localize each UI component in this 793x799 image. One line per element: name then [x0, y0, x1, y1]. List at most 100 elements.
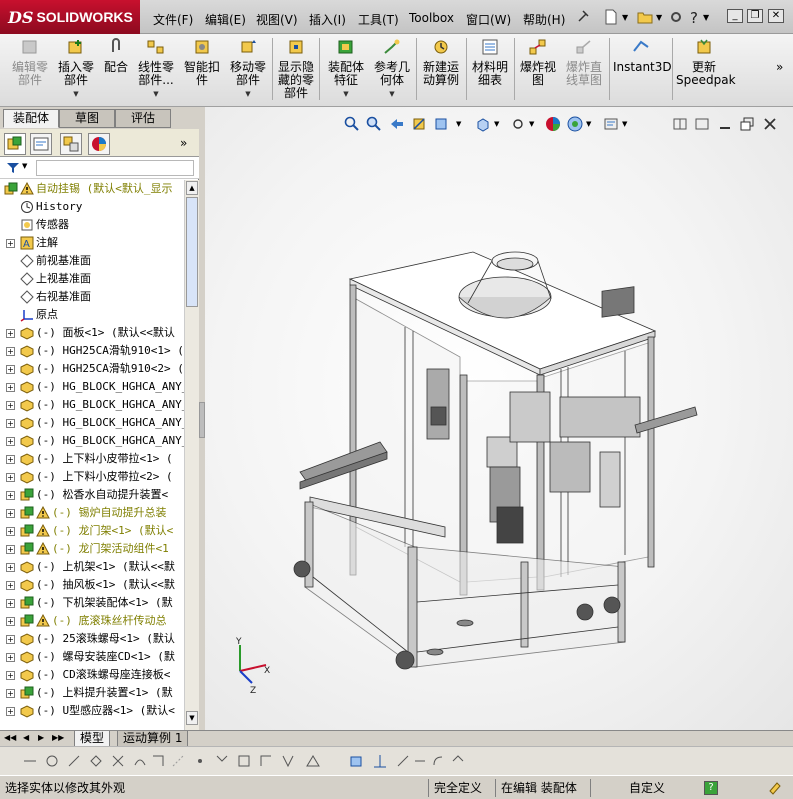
scroll-thumb[interactable] [186, 197, 198, 307]
arc-icon[interactable] [110, 753, 126, 769]
3d-sketch-icon[interactable] [412, 753, 428, 769]
mirror-icon[interactable] [280, 753, 296, 769]
tree-item[interactable]: + (-) HG_BLOCK_HGHCA_ANY_ [0, 378, 184, 396]
chevron-down-icon[interactable]: ▼ [372, 88, 412, 101]
circle-icon[interactable] [88, 753, 104, 769]
edit-component-button[interactable]: 编辑零 部件 [10, 38, 50, 87]
close-button[interactable]: ✕ [768, 9, 784, 23]
tree-item[interactable]: + (-) 龙门架活动组件<1 [0, 540, 184, 558]
tree-item[interactable]: + (-) 锡炉自动提升总装 [0, 504, 184, 522]
scroll-down-arrow[interactable]: ▼ [186, 711, 198, 725]
restore-button[interactable]: ❐ [747, 9, 763, 23]
tree-item[interactable]: + (-) 底滚珠丝杆传动总 [0, 612, 184, 630]
expand-toggle-icon[interactable]: + [6, 599, 15, 608]
menu-file[interactable]: 文件(F) [153, 11, 193, 28]
polygon-icon[interactable] [170, 753, 186, 769]
tree-item[interactable]: + (-) CD滚珠螺母座连接板< [0, 666, 184, 684]
featuremanager-tab[interactable] [4, 133, 26, 155]
assembly-features-button[interactable]: 装配体 特征 ▼ [325, 38, 367, 101]
expand-toggle-icon[interactable]: + [6, 491, 15, 500]
tree-item[interactable]: + (-) HG_BLOCK_HGHCA_ANY_ [0, 432, 184, 450]
expand-toggle-icon[interactable]: + [6, 239, 15, 248]
tree-item[interactable]: + (-) 25滚珠螺母<1> (默认 [0, 630, 184, 648]
scroll-up-arrow[interactable]: ▲ [186, 181, 198, 195]
tree-item[interactable]: + (-) HGH25CA滑轨910<1> ( [0, 342, 184, 360]
chevron-down-icon[interactable]: ▼ [703, 13, 709, 22]
instant3d-button[interactable]: Instant3D [613, 38, 672, 74]
expand-toggle-icon[interactable]: + [6, 581, 15, 590]
reference-geometry-button[interactable]: 参考几 何体 ▼ [372, 38, 412, 101]
expand-toggle-icon[interactable]: + [6, 509, 15, 518]
menu-view[interactable]: 视图(V) [256, 11, 298, 28]
tree-item[interactable]: + A 注解 [0, 234, 184, 252]
help-question-icon[interactable]: ? [686, 8, 704, 26]
prev-tab-arrow-icon[interactable]: ◀ [23, 733, 29, 742]
tree-item[interactable]: + (-) 上料提升装置<1> (默 [0, 684, 184, 702]
chamfer-icon[interactable] [450, 753, 466, 769]
smart-dimension-icon[interactable] [22, 753, 38, 769]
expand-toggle-icon[interactable]: + [6, 653, 15, 662]
tree-item[interactable]: + (-) U型感应器<1> (默认< [0, 702, 184, 720]
linear-pattern-button[interactable]: 线性零 部件... ▼ [136, 38, 176, 101]
chevron-down-icon[interactable]: ▼ [325, 88, 367, 101]
status-units[interactable]: 自定义 [590, 779, 700, 797]
menu-toolbox[interactable]: Toolbox [409, 11, 454, 25]
tab-sketch[interactable]: 草图 [59, 109, 115, 128]
new-motion-study-button[interactable]: 新建运 动算例 [420, 38, 462, 87]
configurationmanager-tab[interactable] [60, 133, 82, 155]
chevron-down-icon[interactable]: ▼ [136, 88, 176, 101]
expand-toggle-icon[interactable]: + [6, 689, 15, 698]
rectangle-icon[interactable] [66, 753, 82, 769]
tree-item[interactable]: + (-) 面板<1> (默认<<默认 [0, 324, 184, 342]
last-tab-arrow-icon[interactable]: ▶▶ [52, 733, 64, 742]
tree-item[interactable]: 上视基准面 [0, 270, 184, 288]
tree-filter-input[interactable] [36, 160, 194, 176]
trim-icon[interactable] [214, 753, 230, 769]
menu-edit[interactable]: 编辑(E) [205, 11, 246, 28]
chevron-right-icon[interactable]: » [776, 60, 783, 74]
expand-toggle-icon[interactable]: + [6, 635, 15, 644]
tab-evaluate[interactable]: 评估 [115, 109, 171, 128]
expand-toggle-icon[interactable]: + [6, 617, 15, 626]
tree-item[interactable]: 传感器 [0, 216, 184, 234]
move-icon[interactable] [348, 753, 364, 769]
displaymanager-tab[interactable] [88, 133, 110, 155]
expand-toggle-icon[interactable]: + [6, 455, 15, 464]
tree-item[interactable]: + (-) HG_BLOCK_HGHCA_ANY_ [0, 396, 184, 414]
graphics-area[interactable]: ▼ ▼ ▼ ▼ ▼ Y X Z [205, 107, 793, 730]
quick-tips-icon[interactable] [767, 780, 783, 796]
expand-toggle-icon[interactable]: + [6, 563, 15, 572]
expand-toggle-icon[interactable]: + [6, 419, 15, 428]
chevron-down-icon[interactable]: ▼ [22, 162, 27, 170]
chevron-right-icon[interactable]: » [180, 136, 187, 150]
expand-toggle-icon[interactable]: + [6, 545, 15, 554]
tree-item[interactable]: 原点 [0, 306, 184, 324]
fillet-icon[interactable] [430, 753, 446, 769]
expand-toggle-icon[interactable]: + [6, 383, 15, 392]
smart-fasteners-button[interactable]: 智能扣 件 [182, 38, 222, 87]
chevron-down-icon[interactable]: ▼ [57, 88, 95, 101]
construction-icon[interactable] [395, 753, 411, 769]
tree-item[interactable]: 前视基准面 [0, 252, 184, 270]
linear-pattern-icon[interactable] [305, 753, 321, 769]
tree-item[interactable]: + (-) 下机架装配体<1> (默 [0, 594, 184, 612]
relations-icon[interactable] [372, 753, 388, 769]
extend-icon[interactable] [236, 753, 252, 769]
tree-item[interactable]: 右视基准面 [0, 288, 184, 306]
move-component-button[interactable]: 移动零 部件 ▼ [228, 38, 268, 101]
mate-button[interactable]: 配合 [102, 38, 130, 74]
chevron-down-icon[interactable]: ▼ [656, 13, 662, 22]
tree-item[interactable]: + (-) 螺母安装座CD<1> (默 [0, 648, 184, 666]
tab-assembly[interactable]: 装配体 [3, 109, 59, 128]
tree-item[interactable]: + (-) 上下料小皮带拉<1> ( [0, 450, 184, 468]
menu-window[interactable]: 窗口(W) [466, 11, 511, 28]
tree-item[interactable]: 自动挂锡 (默认<默认_显示 [0, 180, 184, 198]
tree-item[interactable]: + (-) HGH25CA滑轨910<2> ( [0, 360, 184, 378]
tree-item[interactable]: + (-) 龙门架<1> (默认< [0, 522, 184, 540]
tree-vertical-scrollbar[interactable]: ▲ ▼ [184, 180, 199, 730]
point-icon[interactable] [192, 753, 208, 769]
explode-line-sketch-button[interactable]: 爆炸直 线草图 [563, 38, 605, 87]
open-folder-icon[interactable] [636, 8, 654, 26]
pin-icon[interactable] [574, 8, 592, 26]
first-tab-arrow-icon[interactable]: ◀◀ [4, 733, 16, 742]
